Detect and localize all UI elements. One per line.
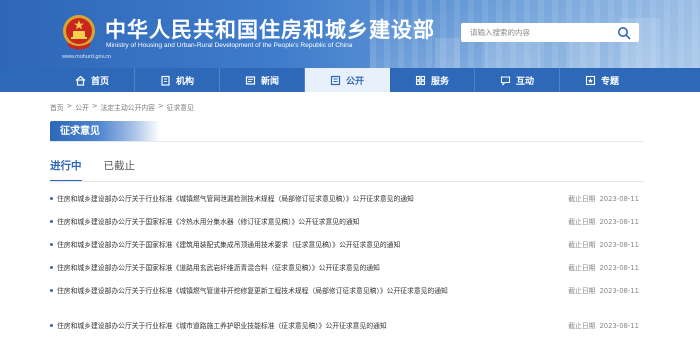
section-divider [50,141,644,142]
nav-item-label: 机构 [175,76,194,87]
bullet-icon [50,266,53,269]
deadline-date: 2023-08-11 [599,287,639,295]
list-item-deadline: 截止日期 2023-08-11 [568,216,639,226]
list-item-deadline: 截止日期 2023-08-11 [568,285,639,295]
publicity-icon [330,75,341,85]
list-item: 住房和城乡建设部办公厅关于行业标准《城镇燃气管道非开挖修复更新工程技术规程（局部… [50,285,644,297]
building-icon [161,75,170,86]
search-input[interactable] [461,23,611,42]
bullet-icon [50,220,53,223]
nav-item-label: 公开 [345,76,364,87]
list-item-title[interactable]: 住房和城乡建设部办公厅关于国家标准《建筑用装配式集成吊顶通用技术要求（征求意见稿… [57,239,400,249]
deadline-label: 截止日期 [568,287,596,295]
list-item-deadline: 截止日期 2023-08-11 [568,193,639,203]
main-nav: 首页 机构 新闻 公开 服务 互动 专题 [0,68,700,92]
deadline-date: 2023-08-11 [599,218,639,226]
breadcrumb: 首页 > 公开 > 法定主动公开内容 > 征求意见 [50,102,194,112]
nav-item-label: 首页 [90,76,109,87]
deadline-date: 2023-08-11 [599,264,639,272]
deadline-label: 截止日期 [568,218,596,226]
breadcrumb-separator: > [66,102,73,110]
breadcrumb-separator: > [157,102,164,110]
service-icon [415,75,426,85]
list-item: 住房和城乡建设部办公厅关于国家标准《冷热水用分集水器（修订征求意见稿）》公开征求… [50,216,644,228]
list-item-title[interactable]: 住房和城乡建设部办公厅关于国家标准《冷热水用分集水器（修订征求意见稿）》公开征求… [57,216,359,226]
header-building [435,38,460,68]
list-item-deadline: 截止日期 2023-08-11 [568,320,639,330]
bullet-icon [50,289,53,292]
nav-item-label: 专题 [600,76,619,87]
deadline-label: 截止日期 [568,264,596,272]
breadcrumb-home[interactable]: 首页 [50,102,64,112]
deadline-date: 2023-08-11 [599,241,639,249]
nav-item-label: 互动 [515,76,534,87]
list-item-title[interactable]: 住房和城乡建设部办公厅关于行业标准《城镇燃气管网泄漏检测技术规程（局部修订征求意… [57,193,414,203]
topic-icon [585,75,596,85]
status-tabs: 进行中 已截止 [50,158,157,182]
list-item-title[interactable]: 住房和城乡建设部办公厅关于行业标准《城市道路施工养护职业技能标准（征求意见稿）》… [57,320,387,330]
breadcrumb-separator: > [91,102,98,110]
site-url: www.mohurd.gov.cn [62,54,112,60]
nav-item-label: 服务 [430,76,449,87]
site-title: 中华人民共和国住房和城乡建设部 [105,18,435,42]
deadline-date: 2023-08-11 [599,322,639,330]
search-icon[interactable] [617,26,631,40]
bullet-icon [50,324,53,327]
breadcrumb-current: 征求意见 [166,104,194,112]
section-title: 征求意见 [50,121,160,142]
list-item-deadline: 截止日期 2023-08-11 [568,262,639,272]
nav-item-topic[interactable]: 专题 [560,68,644,92]
nav-item-news[interactable]: 新闻 [220,68,305,92]
bullet-icon [50,197,53,200]
search-box [461,23,639,42]
list-item: 住房和城乡建设部办公厅关于行业标准《城镇燃气管网泄漏检测技术规程（局部修订征求意… [50,193,644,205]
list-item: 住房和城乡建设部办公厅关于国家标准《道路用玄武岩纤维沥青混合料（征求意见稿）》公… [50,262,644,274]
nav-item-service[interactable]: 服务 [390,68,475,92]
breadcrumb-statutory[interactable]: 法定主动公开内容 [101,102,155,112]
nav-item-label: 新闻 [260,76,279,87]
nav-item-organization[interactable]: 机构 [135,68,220,92]
list-item-title[interactable]: 住房和城乡建设部办公厅关于国家标准《道路用玄武岩纤维沥青混合料（征求意见稿）》公… [57,262,380,272]
nav-item-home[interactable]: 首页 [50,68,135,92]
deadline-label: 截止日期 [568,195,596,203]
list-item-deadline: 截止日期 2023-08-11 [568,239,639,249]
list-item: 住房和城乡建设部办公厅关于国家标准《建筑用装配式集成吊顶通用技术要求（征求意见稿… [50,239,644,251]
deadline-date: 2023-08-11 [599,195,639,203]
site-subtitle: Ministry of Housing and Urban-Rural Deve… [106,42,353,49]
home-icon [75,75,86,86]
tabs-divider [50,181,644,182]
deadline-label: 截止日期 [568,322,596,330]
bullet-icon [50,243,53,246]
nav-item-interaction[interactable]: 互动 [475,68,560,92]
tab-ongoing[interactable]: 进行中 [50,158,82,182]
nav-item-publicity[interactable]: 公开 [305,68,390,92]
list-item: 住房和城乡建设部办公厅关于行业标准《城市道路施工养护职业技能标准（征求意见稿）》… [50,320,644,332]
deadline-label: 截止日期 [568,241,596,249]
site-header: 中华人民共和国住房和城乡建设部 Ministry of Housing and … [0,0,700,68]
tab-closed[interactable]: 已截止 [104,158,136,182]
news-icon [245,75,256,85]
chat-icon [500,75,511,86]
list-item-title[interactable]: 住房和城乡建设部办公厅关于行业标准《城镇燃气管道非开挖修复更新工程技术规程（局部… [57,285,448,295]
national-emblem-icon [63,15,95,50]
breadcrumb-publicity[interactable]: 公开 [75,102,89,112]
